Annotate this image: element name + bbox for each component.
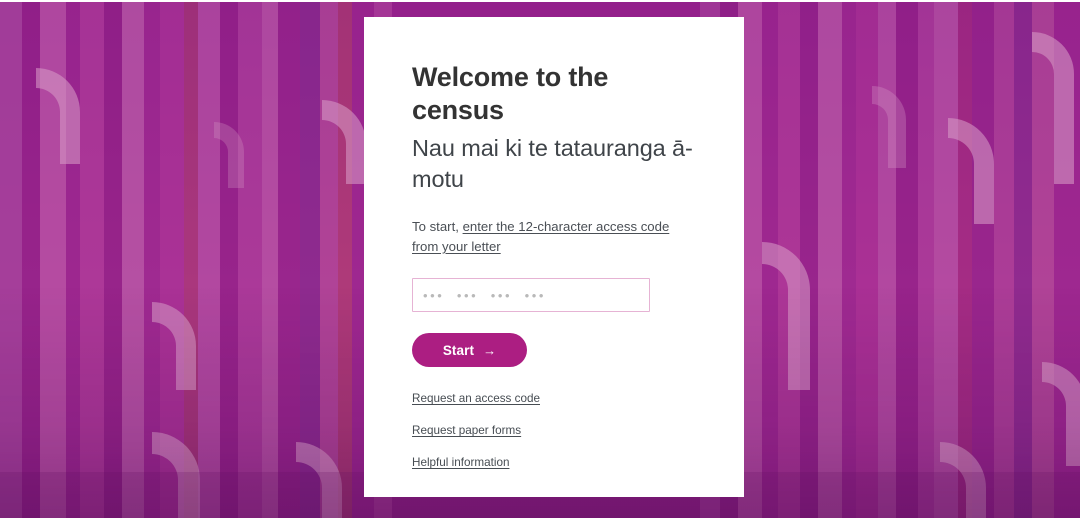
helpful-information-link[interactable]: Helpful information <box>412 456 509 469</box>
census-login-card: Welcome to the census Nau mai ki te tata… <box>364 17 744 497</box>
access-code-input[interactable] <box>412 278 650 312</box>
page-subtitle-maori: Nau mai ki te tatauranga ā-motu <box>412 135 693 192</box>
start-button[interactable]: Start → <box>412 333 527 367</box>
instruction-text: To start, enter the 12-character access … <box>412 217 696 257</box>
request-paper-forms-link[interactable]: Request paper forms <box>412 424 521 437</box>
page-title: Welcome to the census <box>412 62 609 125</box>
start-button-label: Start <box>442 342 475 358</box>
arrow-right-icon: → <box>483 342 497 358</box>
instruction-lead: To start, <box>412 219 463 234</box>
helper-links: Request an access code Request paper for… <box>412 392 696 469</box>
request-access-code-link[interactable]: Request an access code <box>412 392 540 405</box>
